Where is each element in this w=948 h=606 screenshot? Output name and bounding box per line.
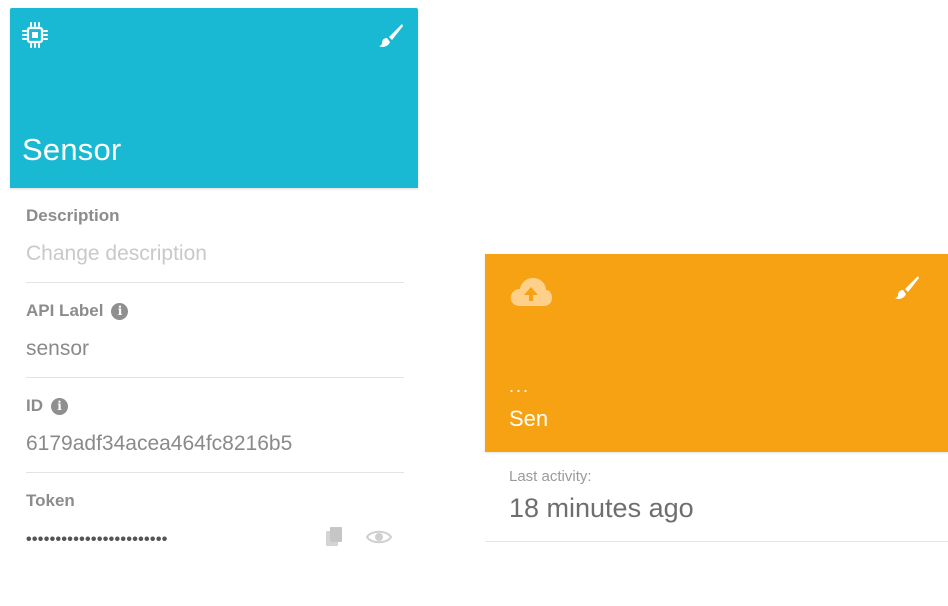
token-actions — [324, 526, 404, 554]
description-label-text: Description — [26, 206, 120, 225]
variable-header[interactable]: ... Sen — [485, 254, 948, 452]
copy-icon[interactable] — [324, 526, 344, 554]
info-icon[interactable]: i — [51, 397, 68, 415]
last-activity-value: 18 minutes ago — [509, 493, 694, 523]
token-label: Token — [26, 491, 404, 511]
info-icon[interactable]: i — [111, 302, 129, 320]
paint-brush-icon[interactable] — [894, 274, 920, 305]
paint-brush-icon[interactable] — [378, 22, 404, 53]
token-row: •••••••••••••••••••••••• — [26, 527, 404, 553]
description-label: Description — [26, 206, 404, 226]
eye-icon[interactable] — [365, 528, 393, 552]
token-label-text: Token — [26, 491, 75, 510]
variable-value: ... — [509, 376, 531, 396]
last-activity-label: Last activity: — [509, 468, 592, 485]
device-card: Sensor Description Change description AP… — [10, 8, 418, 567]
id-label: ID i — [26, 396, 404, 416]
id-label-text: ID — [26, 396, 43, 415]
token-value: •••••••••••••••••••••••• — [26, 531, 168, 548]
token-field: Token •••••••••••••••••••••••• — [26, 473, 404, 567]
variable-details: Last activity: 18 minutes ago — [485, 452, 948, 542]
api-label-label: API Label i — [26, 301, 404, 321]
id-field: ID i 6179adf34acea464fc8216b5 — [26, 378, 404, 473]
device-title: Sensor — [22, 132, 122, 167]
device-header: Sensor — [10, 8, 418, 188]
api-label-field: API Label i sensor — [26, 283, 404, 378]
variable-card[interactable]: ... Sen Last activity: 18 minutes ago — [485, 254, 948, 542]
api-label-value[interactable]: sensor — [26, 337, 404, 363]
device-details: Description Change description API Label… — [10, 188, 418, 567]
id-value: 6179adf34acea464fc8216b5 — [26, 432, 293, 455]
cloud-upload-icon — [509, 276, 553, 313]
api-label-label-text: API Label — [26, 301, 104, 320]
chip-icon — [20, 20, 50, 55]
description-field: Description Change description — [26, 188, 404, 283]
description-input[interactable]: Change description — [26, 242, 404, 268]
variable-name: Sen — [509, 406, 549, 431]
